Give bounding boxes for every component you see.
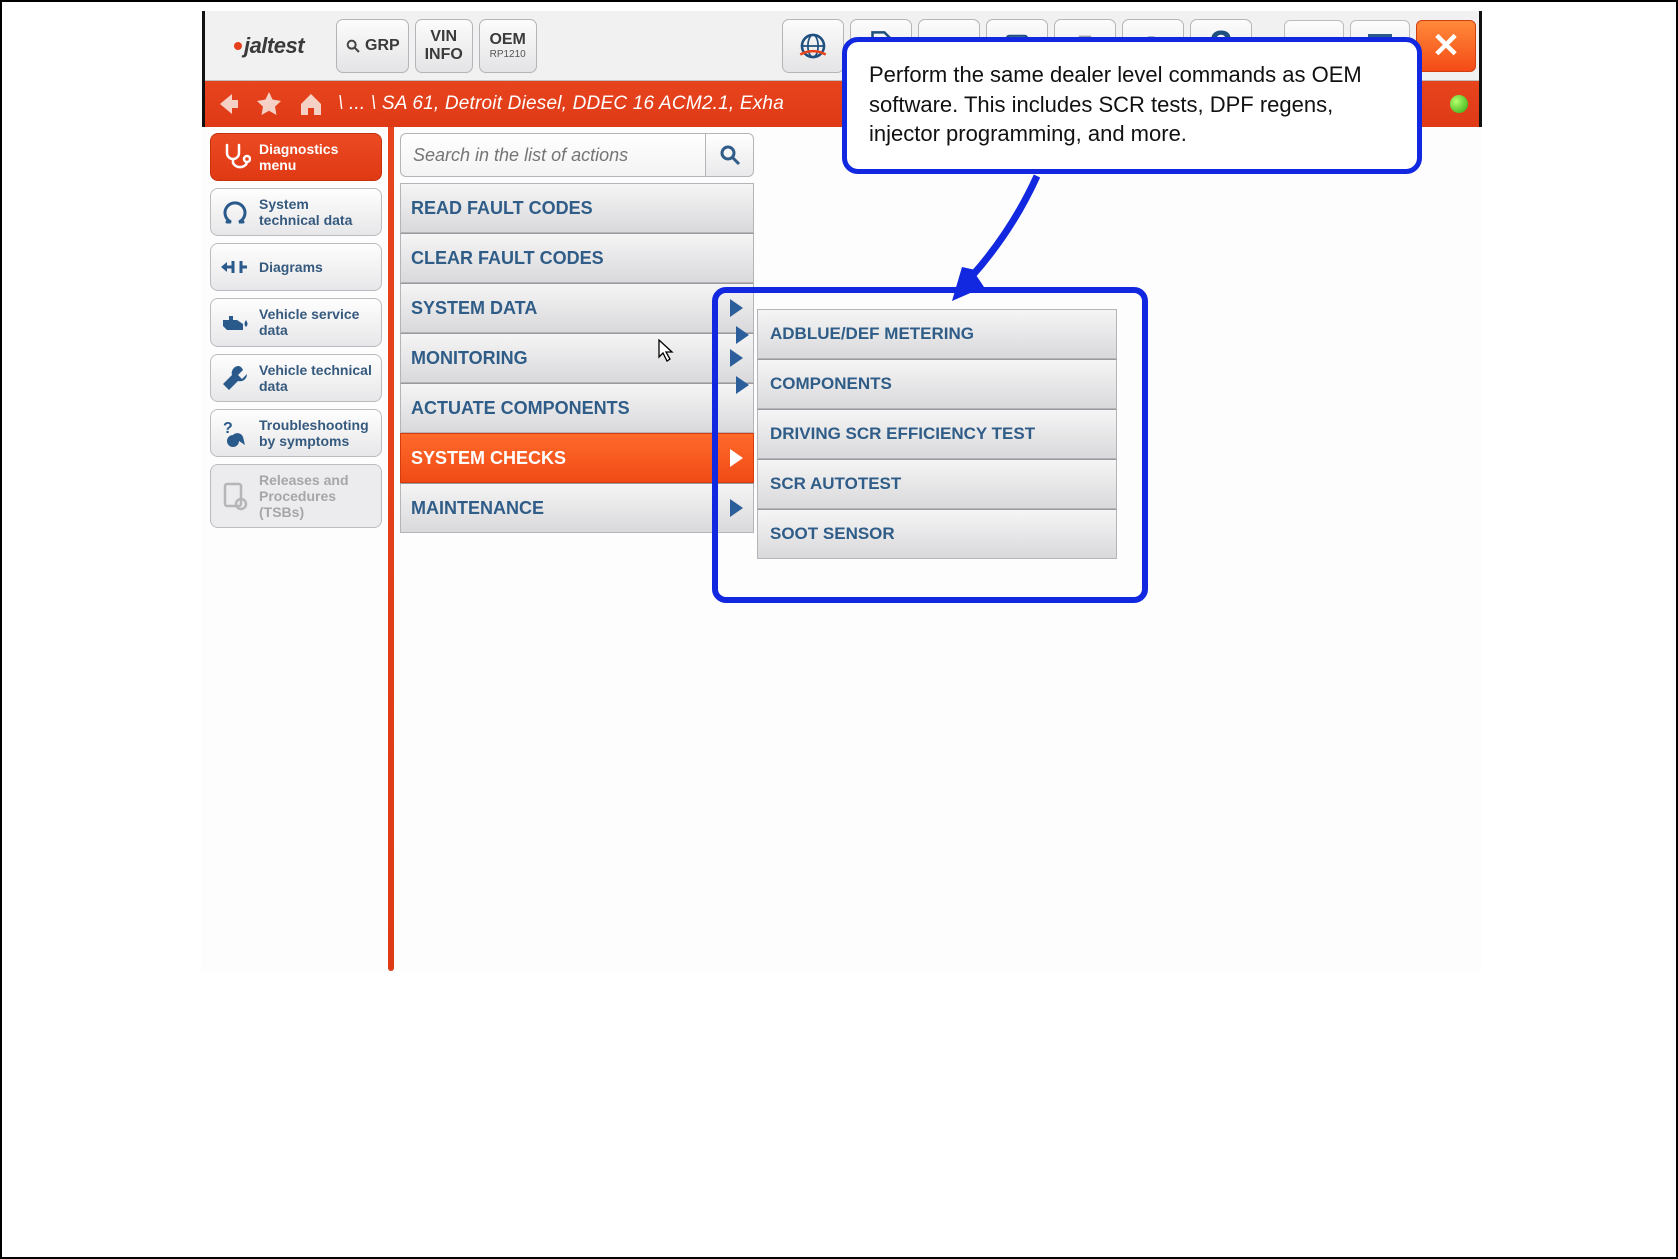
sidebar-item-label: Vehicle technical data bbox=[259, 362, 373, 394]
action-read-fault-codes[interactable]: READ FAULT CODES bbox=[400, 183, 754, 233]
chevron-right-icon bbox=[736, 376, 749, 394]
sidebar-item-diagrams[interactable]: Diagrams bbox=[210, 243, 382, 291]
document-gear-icon bbox=[219, 480, 251, 512]
action-label: READ FAULT CODES bbox=[411, 198, 593, 219]
sub-action-label: DRIVING SCR EFFICIENCY TEST bbox=[770, 424, 1035, 444]
action-label: MONITORING bbox=[411, 348, 528, 369]
sidebar-item-label: Diagnostics menu bbox=[259, 141, 373, 173]
search-button[interactable] bbox=[706, 133, 754, 177]
oem-rp1210-button[interactable]: OEM RP1210 bbox=[479, 19, 537, 73]
sidebar-item-label: Releases and Procedures (TSBs) bbox=[259, 472, 373, 520]
home-button[interactable] bbox=[296, 89, 326, 119]
sub-action-soot-sensor[interactable]: SOOT SENSOR bbox=[757, 509, 1117, 559]
chevron-right-icon bbox=[730, 499, 743, 517]
vin-label-l2: INFO bbox=[425, 46, 463, 64]
sidebar-item-vehicle-technical-data[interactable]: Vehicle technical data bbox=[210, 354, 382, 402]
magnifier-icon bbox=[718, 143, 742, 167]
sidebar-item-releases-procedures: Releases and Procedures (TSBs) bbox=[210, 464, 382, 528]
grp-label: GRP bbox=[365, 37, 400, 55]
search-input[interactable] bbox=[400, 133, 706, 177]
oem-label-l2: RP1210 bbox=[490, 49, 526, 60]
wrench-icon bbox=[219, 362, 251, 394]
sidebar-item-vehicle-service-data[interactable]: Vehicle service data bbox=[210, 298, 382, 346]
action-label: CLEAR FAULT CODES bbox=[411, 248, 604, 269]
action-clear-fault-codes[interactable]: CLEAR FAULT CODES bbox=[400, 233, 754, 283]
annotation-callout: Perform the same dealer level commands a… bbox=[842, 37, 1422, 174]
oil-can-icon bbox=[219, 306, 251, 338]
favorite-button[interactable] bbox=[254, 89, 284, 119]
globe-button[interactable] bbox=[782, 19, 844, 73]
chevron-right-icon bbox=[730, 449, 743, 467]
action-maintenance[interactable]: MAINTENANCE bbox=[400, 483, 754, 533]
sub-action-adblue-def-metering[interactable]: ADBLUE/DEF METERING bbox=[757, 309, 1117, 359]
sidebar: Diagnostics menu System technical data D… bbox=[202, 127, 388, 971]
action-label: MAINTENANCE bbox=[411, 498, 544, 519]
sub-action-components[interactable]: COMPONENTS bbox=[757, 359, 1117, 409]
vin-label-l1: VIN bbox=[430, 28, 457, 46]
sidebar-item-label: Vehicle service data bbox=[259, 306, 373, 338]
stethoscope-icon bbox=[219, 141, 251, 173]
back-button[interactable] bbox=[212, 89, 242, 119]
connection-status-icon bbox=[1450, 95, 1468, 113]
breadcrumb-text: \ ... \ SA 61, Detroit Diesel, DDEC 16 A… bbox=[338, 93, 784, 115]
action-actuate-components[interactable]: ACTUATE COMPONENTS bbox=[400, 383, 754, 433]
sidebar-item-diagnostics-menu[interactable]: Diagnostics menu bbox=[210, 133, 382, 181]
close-icon: ✕ bbox=[1432, 26, 1461, 66]
action-label: SYSTEM DATA bbox=[411, 298, 537, 319]
chevron-right-icon bbox=[736, 326, 749, 344]
sub-action-label: SOOT SENSOR bbox=[770, 524, 895, 544]
diagram-icon bbox=[219, 251, 251, 283]
action-system-checks[interactable]: SYSTEM CHECKS bbox=[400, 433, 754, 483]
svg-text:?: ? bbox=[223, 420, 233, 437]
back-arrow-icon bbox=[212, 89, 242, 119]
sidebar-item-troubleshooting[interactable]: ? Troubleshooting by symptoms bbox=[210, 409, 382, 457]
chevron-right-icon bbox=[730, 349, 743, 367]
star-icon bbox=[255, 90, 283, 118]
sub-action-label: ADBLUE/DEF METERING bbox=[770, 324, 974, 344]
troubleshoot-icon: ? bbox=[219, 417, 251, 449]
chevron-right-icon bbox=[730, 299, 743, 317]
oem-label-l1: OEM bbox=[489, 31, 525, 49]
globe-icon bbox=[796, 29, 830, 63]
sub-action-label: COMPONENTS bbox=[770, 374, 892, 394]
omega-icon bbox=[219, 196, 251, 228]
action-label: SYSTEM CHECKS bbox=[411, 448, 566, 469]
actions-column: READ FAULT CODES CLEAR FAULT CODES SYSTE… bbox=[394, 127, 754, 971]
sidebar-item-label: System technical data bbox=[259, 196, 373, 228]
search-icon bbox=[345, 38, 361, 54]
action-monitoring[interactable]: MONITORING bbox=[400, 333, 754, 383]
sub-action-label: SCR AUTOTEST bbox=[770, 474, 901, 494]
close-button[interactable]: ✕ bbox=[1416, 20, 1476, 72]
sidebar-item-system-technical-data[interactable]: System technical data bbox=[210, 188, 382, 236]
annotation-text: Perform the same dealer level commands a… bbox=[869, 62, 1362, 146]
logo-dot-icon bbox=[234, 42, 242, 50]
action-system-data[interactable]: SYSTEM DATA bbox=[400, 283, 754, 333]
sidebar-item-label: Diagrams bbox=[259, 259, 323, 275]
vin-info-button[interactable]: VIN INFO bbox=[415, 19, 473, 73]
subactions-panel: ADBLUE/DEF METERING COMPONENTS DRIVING S… bbox=[757, 309, 1117, 559]
sub-action-scr-autotest[interactable]: SCR AUTOTEST bbox=[757, 459, 1117, 509]
sidebar-item-label: Troubleshooting by symptoms bbox=[259, 417, 373, 449]
action-label: ACTUATE COMPONENTS bbox=[411, 398, 630, 419]
home-icon bbox=[297, 90, 325, 118]
logo-text: jaltest bbox=[244, 33, 304, 59]
app-logo: jaltest bbox=[208, 21, 330, 71]
sub-action-driving-scr-efficiency[interactable]: DRIVING SCR EFFICIENCY TEST bbox=[757, 409, 1117, 459]
grp-button[interactable]: GRP bbox=[336, 19, 409, 73]
